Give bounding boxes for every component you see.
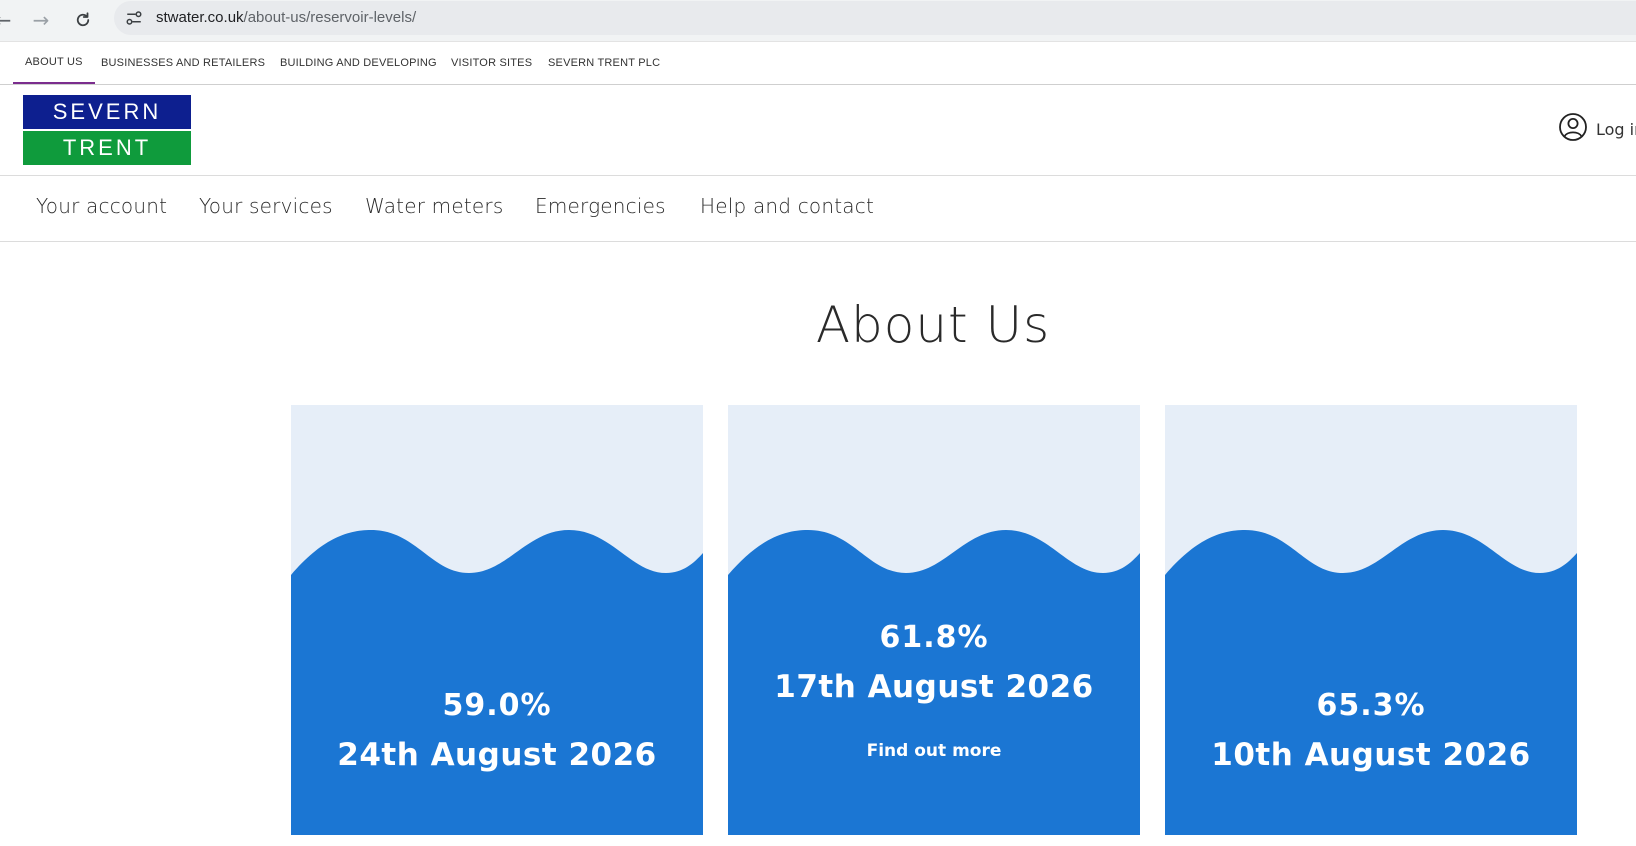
- card-text: 61.8% 17th August 2026 Find out more: [728, 620, 1140, 761]
- address-bar[interactable]: stwater.co.uk/about-us/reservoir-levels/: [114, 1, 1636, 35]
- util-nav-severn-trent-plc[interactable]: SEVERN TRENT PLC: [548, 42, 660, 84]
- nav-emergencies[interactable]: Emergencies: [535, 194, 666, 218]
- url-text[interactable]: stwater.co.uk/about-us/reservoir-levels/: [156, 9, 416, 26]
- util-nav-building[interactable]: BUILDING AND DEVELOPING: [280, 42, 437, 84]
- reservoir-percent: 59.0%: [442, 688, 552, 723]
- nav-help-and-contact[interactable]: Help and contact: [700, 194, 874, 218]
- login-label: Log in: [1596, 119, 1636, 139]
- site-settings-icon[interactable]: [122, 6, 146, 30]
- nav-water-meters[interactable]: Water meters: [365, 194, 503, 218]
- card-text: 59.0% 24th August 2026: [291, 688, 703, 773]
- url-path: /about-us/reservoir-levels/: [243, 9, 417, 26]
- reservoir-level-card[interactable]: 61.8% 17th August 2026 Find out more: [728, 405, 1140, 835]
- reservoir-level-card[interactable]: 65.3% 10th August 2026: [1165, 405, 1577, 835]
- find-out-more-link[interactable]: Find out more: [728, 741, 1140, 761]
- main-nav: Your account Your services Water meters …: [0, 176, 1636, 242]
- reservoir-percent: 65.3%: [1316, 688, 1426, 723]
- logo-top-text: SEVERN: [23, 95, 191, 129]
- back-arrow-icon[interactable]: ←: [0, 5, 18, 35]
- logo-bottom-text: TRENT: [23, 131, 191, 165]
- util-nav-businesses[interactable]: BUSINESSES AND RETAILERS: [101, 42, 265, 84]
- reservoir-date: 24th August 2026: [337, 737, 657, 773]
- util-nav-about-us[interactable]: ABOUT US: [13, 42, 95, 84]
- forward-arrow-icon[interactable]: →: [26, 5, 56, 35]
- reservoir-level-card[interactable]: 59.0% 24th August 2026: [291, 405, 703, 835]
- page-title: About Us: [815, 296, 1051, 354]
- url-host: stwater.co.uk: [156, 9, 244, 26]
- util-nav-visitor-sites[interactable]: VISITOR SITES: [451, 42, 532, 84]
- reload-icon[interactable]: [68, 5, 98, 35]
- reservoir-date: 10th August 2026: [1211, 737, 1531, 773]
- reservoir-percent: 61.8%: [879, 620, 989, 655]
- site-header: SEVERN TRENT Log in: [0, 85, 1636, 176]
- nav-your-services[interactable]: Your services: [199, 194, 333, 218]
- card-text: 65.3% 10th August 2026: [1165, 688, 1577, 773]
- browser-toolbar: ← → stwater.co.uk/about-us/reservoir-lev…: [0, 0, 1636, 42]
- user-icon: [1558, 112, 1588, 146]
- severn-trent-logo[interactable]: SEVERN TRENT: [23, 95, 191, 165]
- utility-nav: ABOUT US BUSINESSES AND RETAILERS BUILDI…: [0, 42, 1636, 85]
- nav-your-account[interactable]: Your account: [36, 194, 167, 218]
- login-link[interactable]: Log in: [1558, 113, 1636, 145]
- reservoir-date: 17th August 2026: [774, 669, 1094, 705]
